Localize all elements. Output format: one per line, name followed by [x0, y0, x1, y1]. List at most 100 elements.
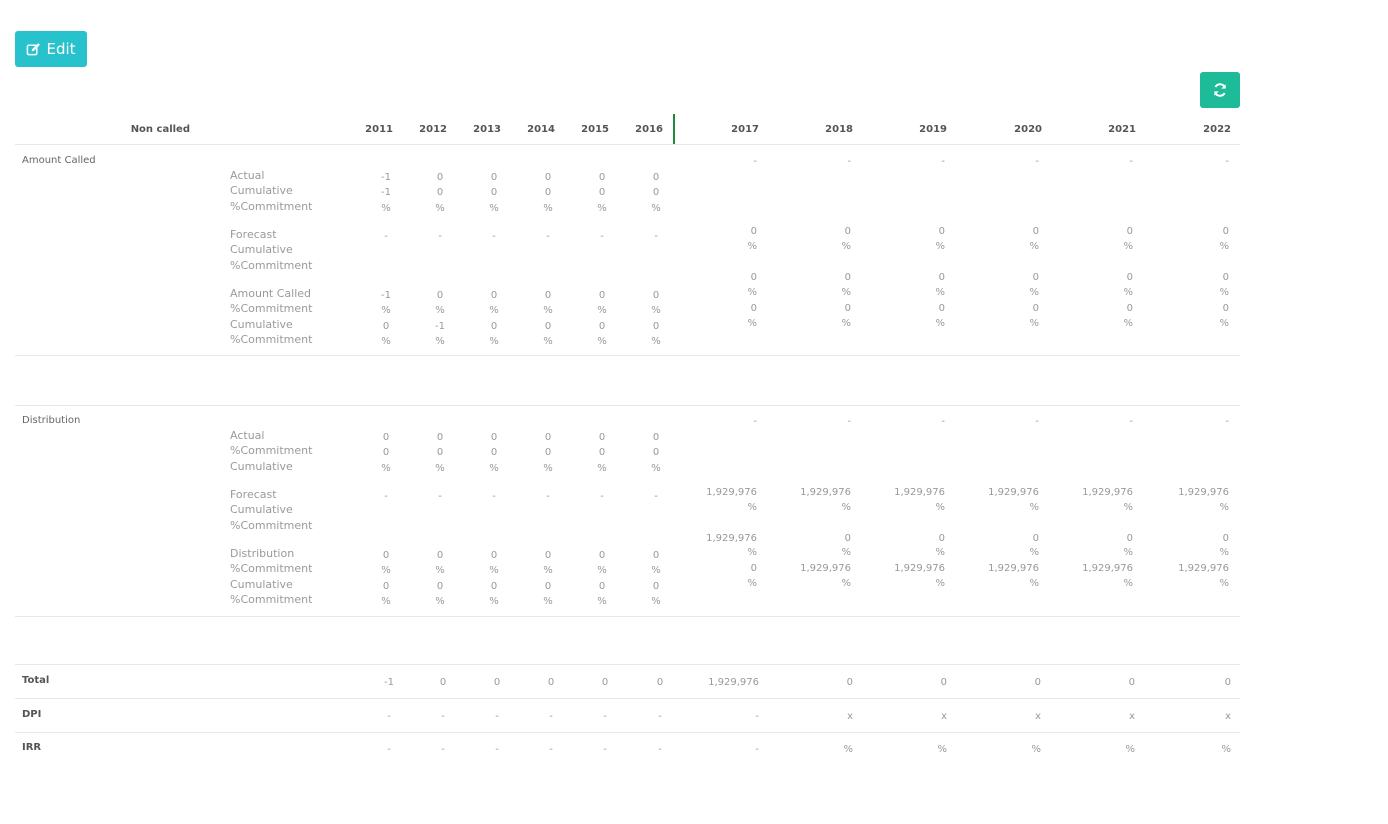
table-cell: 0	[938, 271, 945, 283]
table-cell: 0	[1032, 271, 1039, 283]
totals-cell: 0	[493, 677, 501, 688]
row-label: Actual	[230, 429, 265, 442]
totals-cell: -	[441, 744, 445, 755]
table-cell: 0	[1126, 271, 1133, 283]
totals-cell: -	[658, 744, 662, 755]
table-cell: %	[1029, 577, 1039, 589]
table-cell: %	[435, 305, 445, 317]
table-cell: %	[747, 241, 757, 253]
table-cell: 0	[544, 172, 552, 183]
table-cell: %	[597, 202, 607, 214]
row-label: Cumulative	[230, 459, 293, 473]
table-cell: 0	[436, 290, 444, 301]
table-cell: 0	[844, 532, 851, 544]
table-cell: -	[654, 231, 658, 242]
table-cell: 0	[598, 432, 606, 443]
row-label: %Commitment	[230, 302, 313, 316]
totals-label: Total	[22, 675, 50, 686]
actual-forecast-divider	[673, 114, 675, 145]
table-cell: %	[1123, 317, 1133, 329]
table-cell: %	[597, 335, 607, 347]
table-cell: -	[384, 231, 388, 242]
table-cell: %	[841, 547, 851, 559]
totals-cell: 0	[1128, 677, 1135, 688]
table-cell: 0	[598, 447, 606, 459]
table-cell: %	[543, 202, 553, 214]
refresh-button[interactable]	[1200, 72, 1240, 108]
table-cell: %	[1219, 317, 1229, 329]
table-cell: -1	[381, 172, 391, 183]
table-cell: %	[543, 335, 553, 347]
table-cell: %	[381, 305, 391, 317]
table-cell: 0	[490, 550, 498, 561]
row-divider	[15, 355, 1240, 356]
refresh-icon	[1212, 82, 1228, 98]
table-cell: %	[381, 595, 391, 607]
table-cell: %	[841, 287, 851, 299]
table-cell: -1	[381, 290, 391, 301]
section-title: Distribution	[22, 415, 81, 426]
row-label: Cumulative	[230, 243, 293, 257]
row-label: %Commitment	[230, 444, 313, 458]
row-divider	[15, 732, 1240, 733]
totals-cell: -	[495, 711, 499, 722]
table-cell: -	[600, 231, 604, 242]
column-header-year: 2012	[419, 124, 447, 135]
table-cell: 1,929,976	[988, 562, 1039, 574]
table-cell: %	[841, 241, 851, 253]
table-cell: 0	[652, 447, 660, 459]
table-cell: %	[381, 565, 391, 577]
row-label: %Commitment	[230, 332, 313, 346]
table-cell: %	[747, 317, 757, 329]
table-cell: 0	[544, 447, 552, 459]
table-cell: 0	[750, 271, 757, 283]
table-cell: 0	[544, 550, 552, 561]
table-cell: %	[543, 462, 553, 474]
row-label: %Commitment	[230, 518, 313, 532]
table-cell: -	[438, 231, 442, 242]
table-cell: %	[935, 287, 945, 299]
table-cell: %	[381, 462, 391, 474]
table-cell: %	[489, 305, 499, 317]
table-cell: 0	[750, 302, 757, 314]
table-cell: 0	[938, 302, 945, 314]
edit-button[interactable]: Edit	[15, 31, 87, 67]
totals-cell: 0	[656, 677, 664, 688]
table-cell: %	[381, 202, 391, 214]
table-cell: %	[1219, 502, 1229, 514]
column-header-year: 2015	[581, 124, 609, 135]
table-cell: %	[1219, 577, 1229, 589]
table-cell: %	[841, 317, 851, 329]
table-cell: 0	[436, 187, 444, 199]
table-cell: 0	[652, 580, 660, 592]
table-cell: 0	[598, 187, 606, 199]
row-divider	[15, 144, 1240, 145]
table-cell: 0	[436, 580, 444, 592]
totals-cell: 0	[1224, 677, 1231, 688]
totals-cell: x	[1129, 711, 1135, 722]
table-cell: %	[935, 241, 945, 253]
totals-cell: %	[843, 744, 853, 755]
table-cell: -	[654, 491, 658, 502]
table-cell: %	[1123, 287, 1133, 299]
table-cell: %	[435, 595, 445, 607]
table-cell: %	[1123, 547, 1133, 559]
table-cell: 0	[652, 432, 660, 443]
table-cell: -	[384, 491, 388, 502]
table-cell: %	[543, 305, 553, 317]
table-cell: %	[747, 577, 757, 589]
totals-label: IRR	[22, 742, 42, 753]
table-cell: %	[935, 577, 945, 589]
totals-cell: -	[495, 744, 499, 755]
table-cell: %	[841, 502, 851, 514]
table-cell: %	[747, 547, 757, 559]
table-cell: 1,929,976	[1082, 562, 1133, 574]
row-label: %Commitment	[230, 562, 313, 576]
totals-cell: %	[1221, 744, 1231, 755]
table-cell: %	[597, 305, 607, 317]
row-divider	[15, 405, 1240, 406]
totals-cell: -	[387, 711, 391, 722]
table-cell: 1,929,976	[800, 562, 851, 574]
table-cell: %	[1123, 577, 1133, 589]
table-cell: -	[847, 416, 851, 427]
